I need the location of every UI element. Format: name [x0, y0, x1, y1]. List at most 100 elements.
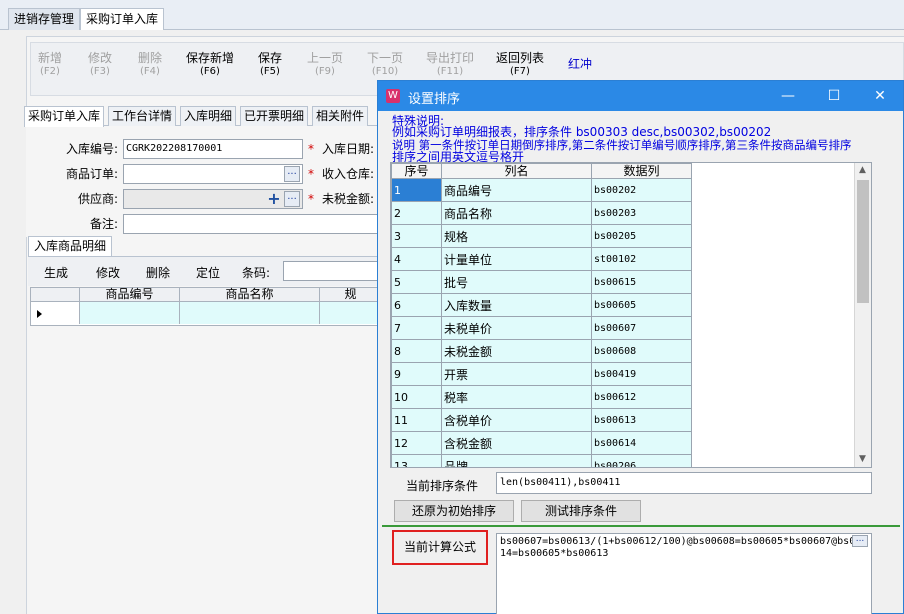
cell-data-column[interactable]: bs00612 [591, 385, 692, 409]
cell-column-name[interactable]: 批号 [441, 270, 592, 294]
next-page-button[interactable]: 下一页 (F10) [357, 51, 413, 79]
cell-column-name[interactable]: 含税金额 [441, 431, 592, 455]
vertical-scrollbar[interactable]: ▲ ▼ [854, 163, 871, 467]
cell-no[interactable]: 2 [391, 201, 442, 225]
col-spec[interactable]: 规 [320, 288, 381, 301]
stock-no-input[interactable]: CGRK202208170001 [123, 139, 303, 159]
table-row[interactable]: 13 品牌 bs00206 [391, 454, 692, 467]
save-button[interactable]: 保存 (F5) [242, 51, 298, 79]
col-header-datacol[interactable]: 数据列 [591, 163, 692, 179]
prev-page-button[interactable]: 上一页 (F9) [297, 51, 353, 79]
detail-delete-button[interactable]: 删除 [146, 264, 170, 281]
table-row[interactable]: 5 批号 bs00615 [391, 270, 692, 294]
cell-data-column[interactable]: bs00206 [591, 454, 692, 467]
table-row[interactable]: 10 税率 bs00612 [391, 385, 692, 409]
cell-no[interactable]: 4 [391, 247, 442, 271]
cell-no[interactable]: 3 [391, 224, 442, 248]
cell-no[interactable]: 13 [391, 454, 442, 467]
cell-data-column[interactable]: bs00613 [591, 408, 692, 432]
tab-stock-in-details[interactable]: 入库明细 [180, 106, 237, 126]
add-icon[interactable]: + [266, 191, 282, 207]
cell-data-column[interactable]: bs00614 [591, 431, 692, 455]
cell-no[interactable]: 9 [391, 362, 442, 386]
scroll-down-icon[interactable]: ▼ [859, 454, 866, 464]
tab-purchase-stock-in[interactable]: 采购订单入库 [24, 106, 105, 127]
generate-button[interactable]: 生成 [44, 264, 68, 281]
sort-column-table[interactable]: 序号 列名 数据列 1 商品编号 bs00202 2 商品名称 bs00203 3 规格 bs0… [390, 162, 872, 468]
table-row[interactable]: 1 商品编号 bs00202 [391, 178, 692, 202]
formula-expand-button[interactable]: ... [852, 535, 868, 547]
cell-no[interactable]: 5 [391, 270, 442, 294]
cell-column-name[interactable]: 入库数量 [441, 293, 592, 317]
cell-column-name[interactable]: 含税单价 [441, 408, 592, 432]
cell-data-column[interactable]: bs00203 [591, 201, 692, 225]
maximize-icon[interactable]: ☐ [811, 81, 857, 111]
barcode-input[interactable] [283, 261, 383, 281]
col-product-code[interactable]: 商品编号 [80, 288, 180, 301]
cell-no[interactable]: 11 [391, 408, 442, 432]
locate-button[interactable]: 定位 [196, 264, 220, 281]
cell-no[interactable]: 1 [391, 178, 442, 202]
tab-inventory-management[interactable]: 进销存管理 [8, 8, 81, 30]
cell-no[interactable]: 12 [391, 431, 442, 455]
table-row[interactable]: 9 开票 bs00419 [391, 362, 692, 386]
formula-textarea[interactable]: bs00607=bs00613/(1+bs00612/100)@bs00608=… [496, 533, 872, 614]
minimize-icon[interactable]: — [765, 81, 811, 111]
order-input[interactable] [123, 164, 303, 184]
export-print-button[interactable]: 导出打印 (F11) [422, 51, 478, 79]
scroll-thumb[interactable] [857, 180, 869, 303]
sort-condition-input[interactable]: len(bs00411),bs00411 [496, 472, 872, 494]
tab-attachments[interactable]: 相关附件 [312, 106, 369, 126]
col-header-name[interactable]: 列名 [441, 163, 592, 179]
cell-data-column[interactable]: bs00605 [591, 293, 692, 317]
cell-no[interactable]: 10 [391, 385, 442, 409]
table-row[interactable]: 3 规格 bs00205 [391, 224, 692, 248]
cell-data-column[interactable]: bs00202 [591, 178, 692, 202]
scroll-up-icon[interactable]: ▲ [859, 165, 866, 175]
save-new-button[interactable]: 保存新增 (F6) [182, 51, 238, 79]
remark-input[interactable] [123, 214, 379, 234]
tab-workbench-details[interactable]: 工作台详情 [108, 106, 177, 126]
table-row[interactable]: 2 商品名称 bs00203 [391, 201, 692, 225]
table-row[interactable]: 7 未税单价 bs00607 [391, 316, 692, 340]
cell-column-name[interactable]: 商品名称 [441, 201, 592, 225]
cell-spec[interactable] [320, 302, 379, 324]
cell-column-name[interactable]: 开票 [441, 362, 592, 386]
cell-column-name[interactable]: 税率 [441, 385, 592, 409]
edit-button[interactable]: 修改 (F3) [72, 51, 128, 79]
red-reverse-button[interactable]: 红冲 [552, 57, 608, 71]
table-row[interactable]: 12 含税金额 bs00614 [391, 431, 692, 455]
test-sort-button[interactable]: 测试排序条件 [521, 500, 641, 522]
table-row[interactable]: 11 含税单价 bs00613 [391, 408, 692, 432]
table-row[interactable]: 8 未税金额 bs00608 [391, 339, 692, 363]
cell-data-column[interactable]: st00102 [591, 247, 692, 271]
cell-no[interactable]: 8 [391, 339, 442, 363]
cell-data-column[interactable]: bs00615 [591, 270, 692, 294]
back-to-list-button[interactable]: 返回列表 (F7) [492, 51, 548, 79]
table-row[interactable]: 6 入库数量 bs00605 [391, 293, 692, 317]
cell-column-name[interactable]: 商品编号 [441, 178, 592, 202]
new-button[interactable]: 新增 (F2) [22, 51, 78, 79]
cell-data-column[interactable]: bs00607 [591, 316, 692, 340]
table-row[interactable] [30, 302, 380, 326]
tab-purchase-order-stock-in[interactable]: 采购订单入库 [80, 8, 165, 30]
cell-no[interactable]: 6 [391, 293, 442, 317]
cell-data-column[interactable]: bs00419 [591, 362, 692, 386]
col-product-name[interactable]: 商品名称 [180, 288, 320, 301]
cell-column-name[interactable]: 计量单位 [441, 247, 592, 271]
cell-no[interactable]: 7 [391, 316, 442, 340]
cell-column-name[interactable]: 未税单价 [441, 316, 592, 340]
detail-edit-button[interactable]: 修改 [96, 264, 120, 281]
table-row[interactable]: 4 计量单位 st00102 [391, 247, 692, 271]
cell-column-name[interactable]: 规格 [441, 224, 592, 248]
cell-column-name[interactable]: 未税金额 [441, 339, 592, 363]
cell-column-name[interactable]: 品牌 [441, 454, 592, 467]
cell-product-code[interactable] [80, 302, 180, 324]
cell-product-name[interactable] [180, 302, 320, 324]
cell-data-column[interactable]: bs00608 [591, 339, 692, 363]
close-icon[interactable]: ✕ [857, 81, 903, 111]
delete-button[interactable]: 删除 (F4) [122, 51, 178, 79]
tab-invoiced-details[interactable]: 已开票明细 [240, 106, 309, 126]
cell-data-column[interactable]: bs00205 [591, 224, 692, 248]
reset-sort-button[interactable]: 还原为初始排序 [394, 500, 514, 522]
